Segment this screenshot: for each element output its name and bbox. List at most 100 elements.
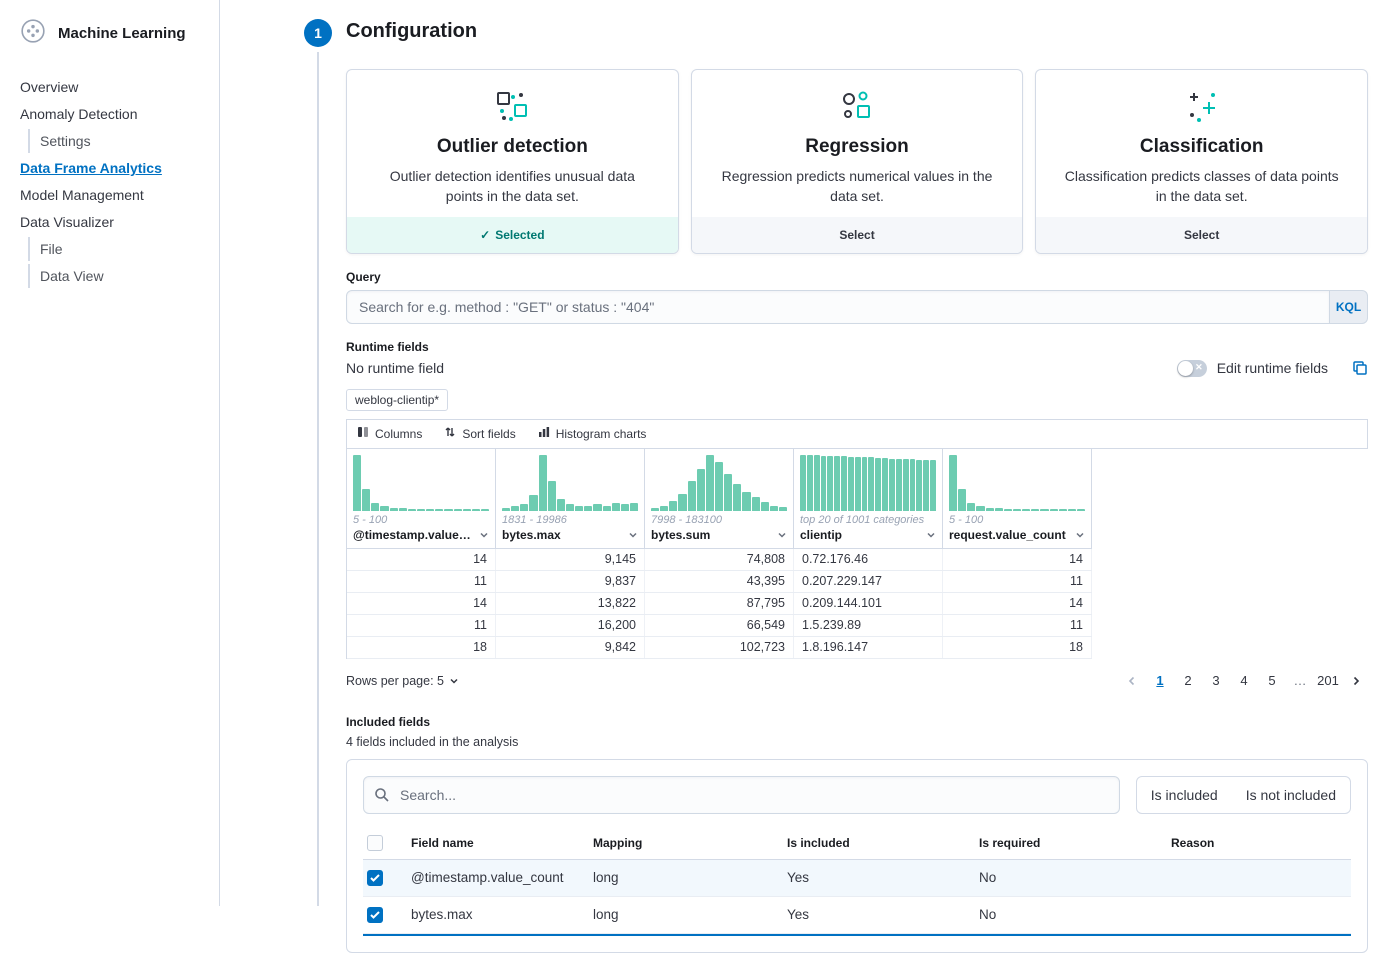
histogram-bar (923, 460, 929, 511)
grid-cell[interactable]: 9,837 (496, 571, 645, 592)
grid-cell[interactable]: 74,808 (645, 549, 794, 570)
histogram-charts-button[interactable]: Histogram charts (538, 426, 647, 441)
grid-cell[interactable]: 14 (943, 549, 1092, 570)
column-header-button[interactable]: clientip (794, 526, 942, 548)
sidebar-item-model-management[interactable]: Model Management (20, 183, 207, 207)
card-regression[interactable]: Regression Regression predicts numerical… (691, 69, 1024, 254)
histogram-bar (472, 509, 480, 511)
grid-column: 5 - 100 request.value_count (943, 449, 1092, 549)
histogram-bar (593, 504, 601, 510)
page-number[interactable]: 201 (1316, 669, 1340, 693)
card-select-footer[interactable]: Select (1036, 217, 1367, 253)
histogram-bar (454, 509, 462, 511)
grid-cell[interactable]: 18 (943, 637, 1092, 658)
histogram-bar (724, 474, 732, 511)
sidebar-item-data-view[interactable]: Data View (28, 264, 207, 288)
columns-button[interactable]: Columns (357, 426, 422, 441)
column-header-button[interactable]: bytes.sum (645, 526, 793, 548)
column-header-button[interactable]: @timestamp.value_count (347, 526, 495, 548)
column-range-label: 7998 - 183100 (645, 511, 793, 526)
row-checkbox[interactable] (367, 907, 383, 923)
grid-cell[interactable]: 11 (943, 571, 1092, 592)
grid-cell[interactable]: 14 (347, 593, 496, 614)
grid-cell[interactable]: 0.209.144.101 (794, 593, 943, 614)
column-header-reason: Reason (1171, 836, 1351, 850)
copy-icon[interactable] (1352, 360, 1368, 376)
select-all-checkbox[interactable] (367, 835, 383, 851)
grid-cell[interactable]: 1.5.239.89 (794, 615, 943, 636)
table-row[interactable]: bytes.max long Yes No (363, 897, 1351, 934)
card-select-footer[interactable]: Select (692, 217, 1023, 253)
grid-cell[interactable]: 0.207.229.147 (794, 571, 943, 592)
filter-is-not-included-button[interactable]: Is not included (1232, 777, 1350, 813)
focused-row-border (363, 934, 1351, 936)
grid-cell[interactable]: 1.8.196.147 (794, 637, 943, 658)
grid-column: top 20 of 1001 categories clientip (794, 449, 943, 549)
sidebar-item-data-visualizer[interactable]: Data Visualizer (20, 210, 207, 234)
search-wrap (363, 776, 1120, 814)
card-title: Outlier detection (373, 136, 652, 158)
classification-icon (1062, 90, 1341, 124)
grid-toolbar: Columns Sort fields Histogram charts (346, 419, 1368, 449)
kql-language-button[interactable]: KQL (1330, 290, 1368, 324)
filter-is-included-button[interactable]: Is included (1137, 777, 1232, 813)
grid-cell[interactable]: 9,145 (496, 549, 645, 570)
page-number[interactable]: 5 (1260, 669, 1284, 693)
histogram-bar (678, 494, 686, 511)
grid-cell[interactable]: 66,549 (645, 615, 794, 636)
column-header-button[interactable]: request.value_count (943, 526, 1091, 548)
sidebar-item-overview[interactable]: Overview (20, 75, 207, 99)
grid-cell[interactable]: 11 (943, 615, 1092, 636)
edit-runtime-fields-label[interactable]: Edit runtime fields (1217, 360, 1328, 376)
rows-per-page-button[interactable]: Rows per page: 5 (346, 674, 459, 688)
runtime-fields-row: No runtime field ✕ Edit runtime fields (346, 360, 1368, 377)
grid-cell[interactable]: 18 (347, 637, 496, 658)
column-name: clientip (800, 528, 842, 542)
page-title: Configuration (346, 20, 1368, 43)
histogram-bar (444, 509, 452, 511)
grid-cell[interactable]: 11 (347, 615, 496, 636)
card-classification[interactable]: Classification Classification predicts c… (1035, 69, 1368, 254)
column-header-button[interactable]: bytes.max (496, 526, 644, 548)
card-outlier-detection[interactable]: Outlier detection Outlier detection iden… (346, 69, 679, 254)
sidebar-item-anomaly-detection[interactable]: Anomaly Detection (20, 102, 207, 126)
histogram-bar (800, 455, 806, 511)
sidebar-item-file[interactable]: File (28, 237, 207, 261)
histogram-bar (1031, 509, 1039, 511)
grid-cell[interactable]: 14 (347, 549, 496, 570)
grid-cell[interactable]: 87,795 (645, 593, 794, 614)
page-number[interactable]: 3 (1204, 669, 1228, 693)
grid-cell[interactable]: 102,723 (645, 637, 794, 658)
histogram-bar (529, 495, 537, 511)
cell-field-name: @timestamp.value_count (411, 870, 593, 885)
grid-cell[interactable]: 11 (347, 571, 496, 592)
grid-cell[interactable]: 14 (943, 593, 1092, 614)
histogram-bar (976, 506, 984, 510)
query-input[interactable] (346, 290, 1330, 324)
page-number[interactable]: 2 (1176, 669, 1200, 693)
grid-cell[interactable]: 9,842 (496, 637, 645, 658)
sidebar-item-data-frame-analytics[interactable]: Data Frame Analytics (20, 156, 207, 180)
histogram-bar (706, 455, 714, 511)
edit-runtime-fields-toggle[interactable]: ✕ (1177, 360, 1207, 377)
sidebar-item-settings[interactable]: Settings (28, 129, 207, 153)
card-selected-footer[interactable]: ✓Selected (347, 217, 678, 253)
table-row[interactable]: @timestamp.value_count long Yes No (363, 860, 1351, 897)
page-number[interactable]: 1 (1148, 669, 1172, 693)
histogram-bar (669, 501, 677, 511)
grid-cell[interactable]: 43,395 (645, 571, 794, 592)
grid-cell[interactable]: 0.72.176.46 (794, 549, 943, 570)
card-footer-label: Select (1184, 228, 1219, 242)
page-number[interactable]: 4 (1232, 669, 1256, 693)
histogram-bar (807, 455, 813, 510)
fields-search-input[interactable] (363, 776, 1120, 814)
grid-cell[interactable]: 16,200 (496, 615, 645, 636)
next-page-button[interactable] (1344, 669, 1368, 693)
histogram-bar (967, 503, 975, 510)
row-checkbox[interactable] (367, 870, 383, 886)
grid-cell[interactable]: 13,822 (496, 593, 645, 614)
sort-fields-button[interactable]: Sort fields (444, 426, 515, 441)
previous-page-button[interactable] (1120, 669, 1144, 693)
histogram-bar (463, 509, 471, 511)
grid-body: 149,14574,8080.72.176.4614119,83743,3950… (347, 549, 1092, 659)
